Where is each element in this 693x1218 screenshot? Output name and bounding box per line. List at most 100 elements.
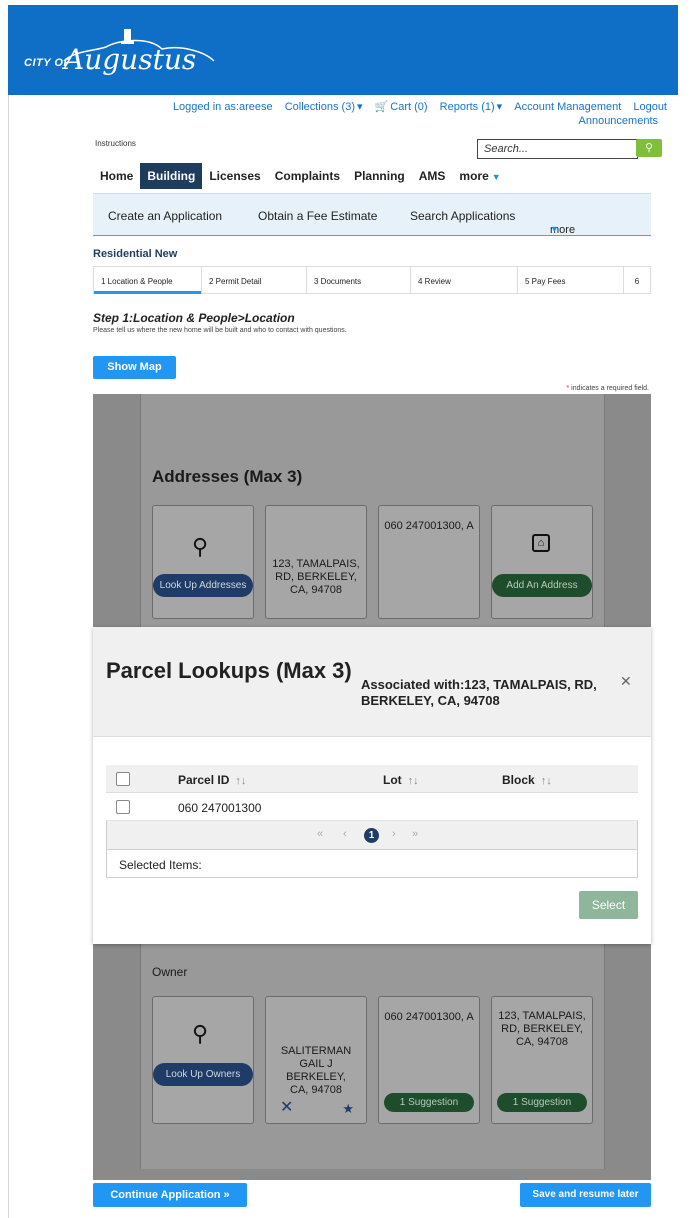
continue-application-button[interactable]: Continue Application »	[93, 1183, 247, 1207]
cart-icon: 🛒	[374, 101, 389, 113]
nav-building[interactable]: Building	[140, 163, 203, 189]
parcel-card-text: 060 247001300, A	[384, 520, 474, 532]
cart-label: Cart (0)	[390, 101, 428, 113]
parcel-lookup-modal: Parcel Lookups (Max 3) Associated with:1…	[93, 627, 651, 944]
col-parcel-id[interactable]: Parcel ID ↑↓	[178, 773, 246, 787]
account-management-link[interactable]: Account Management	[514, 101, 621, 113]
address-card[interactable]: 123, TAMALPAIS, RD, BERKELEY, CA, 94708	[265, 505, 367, 619]
nav-planning[interactable]: Planning	[347, 163, 412, 189]
step-tab-1[interactable]: 1 Location & People	[94, 267, 202, 294]
row-checkbox[interactable]	[116, 800, 130, 814]
save-resume-later-button[interactable]: Save and resume later	[520, 1183, 651, 1207]
nav-more[interactable]: more ▼	[452, 163, 507, 189]
step-title: Step 1:Location & People>Location	[93, 311, 295, 325]
col-parcel-id-label: Parcel ID	[178, 773, 230, 787]
prev-page-icon[interactable]: ‹	[343, 828, 347, 840]
record-type-title: Residential New	[93, 248, 178, 260]
nav-more-label: more	[459, 169, 489, 183]
col-lot-label: Lot	[383, 773, 402, 787]
subnav-fee-estimate[interactable]: Obtain a Fee Estimate	[258, 209, 377, 223]
owner-label: Owner	[152, 965, 188, 979]
caret-down-icon: ▼	[491, 172, 501, 182]
step-tab-6[interactable]: 6	[624, 267, 650, 293]
close-icon[interactable]: ✕	[620, 673, 632, 690]
collections-label: Collections (3)	[284, 101, 355, 113]
table-header: Parcel ID ↑↓ Lot ↑↓ Block ↑↓	[106, 765, 638, 793]
modal-associated-with: Associated with:123, TAMALPAIS, RD, BERK…	[361, 677, 597, 708]
caret-down-icon: ▾	[496, 101, 503, 113]
parcel-card[interactable]: 060 247001300, A	[378, 505, 480, 619]
star-icon[interactable]: ★	[342, 1101, 354, 1117]
step-tab-5[interactable]: 5 Pay Fees	[518, 267, 624, 293]
add-address-icon: ⌂	[532, 534, 550, 552]
search-icon: ⚲	[192, 534, 209, 559]
logged-in-link[interactable]: Logged in as:areese	[173, 101, 273, 113]
parcel-suggestion-button[interactable]: 1 Suggestion	[384, 1093, 474, 1112]
step-tab-2[interactable]: 2 Permit Detail	[202, 267, 307, 293]
search-icon: ⚲	[644, 142, 654, 154]
required-note: * indicates a required field.	[567, 385, 650, 392]
col-block-label: Block	[502, 773, 535, 787]
col-lot[interactable]: Lot ↑↓	[383, 773, 419, 787]
step-tab-3[interactable]: 3 Documents	[307, 267, 411, 293]
caret-down-icon: ▾	[357, 101, 363, 113]
owner-parcel-card-text: 060 247001300, A	[384, 1011, 474, 1023]
step-subtitle: Please tell us where the new home will b…	[93, 327, 347, 334]
lookup-addresses-card: ⚲ Look Up Addresses	[152, 505, 254, 619]
nav-licenses[interactable]: Licenses	[202, 163, 267, 189]
add-address-card: ⌂ Add An Address	[491, 505, 593, 619]
address-suggestion-button[interactable]: 1 Suggestion	[497, 1093, 587, 1112]
col-block[interactable]: Block ↑↓	[502, 773, 552, 787]
sort-icon: ↑↓	[407, 775, 419, 787]
current-page[interactable]: 1	[364, 828, 379, 843]
sub-nav: Create an Application Obtain a Fee Estim…	[93, 193, 651, 236]
top-links: Logged in as:areese Collections (3) ▾ 🛒 Ca…	[164, 100, 667, 113]
parcel-table: Parcel ID ↑↓ Lot ↑↓ Block ↑↓ 060 247001300 …	[106, 765, 638, 878]
first-page-icon[interactable]: «	[317, 828, 323, 840]
owner-address-card[interactable]: 123, TAMALPAIS, RD, BERKELEY, CA, 94708 …	[491, 996, 593, 1124]
selected-items-label: Selected Items:	[119, 858, 202, 872]
owner-address-card-text: 123, TAMALPAIS, RD, BERKELEY, CA, 94708	[498, 1010, 586, 1048]
nav-home[interactable]: Home	[93, 163, 140, 189]
caret-down-icon: ▼	[550, 224, 559, 234]
nav-ams[interactable]: AMS	[412, 163, 453, 189]
pagination: « ‹ 1 › »	[106, 821, 638, 850]
announcements-link[interactable]: Announcements	[579, 115, 659, 127]
search-button[interactable]: ⚲	[636, 139, 662, 157]
nav-complaints[interactable]: Complaints	[268, 163, 347, 189]
sort-icon: ↑↓	[235, 775, 247, 787]
subnav-create-application[interactable]: Create an Application	[108, 209, 222, 223]
address-card-text: 123, TAMALPAIS, RD, BERKELEY, CA, 94708	[272, 558, 360, 596]
step-tab-4[interactable]: 4 Review	[411, 267, 518, 293]
reports-link[interactable]: Reports (1) ▾	[440, 101, 503, 113]
header-banner: CITY OF Augustus	[8, 5, 678, 95]
show-map-button[interactable]: Show Map	[93, 356, 176, 379]
reports-label: Reports (1)	[439, 101, 495, 113]
lookup-addresses-button[interactable]: Look Up Addresses	[153, 574, 253, 597]
modal-title: Parcel Lookups (Max 3)	[106, 658, 352, 683]
cart-link[interactable]: 🛒 Cart (0)	[375, 101, 428, 113]
add-address-button[interactable]: Add An Address	[492, 574, 592, 597]
modal-header: Parcel Lookups (Max 3) Associated with:1…	[93, 627, 651, 737]
required-note-text: indicates a required field.	[571, 385, 649, 392]
owner-parcel-card[interactable]: 060 247001300, A 1 Suggestion	[378, 996, 480, 1124]
sort-icon: ↑↓	[540, 775, 552, 787]
lookup-owners-card: ⚲ Look Up Owners	[152, 996, 254, 1124]
owner-card-text: SALITERMAN GAIL J BERKELEY, CA, 94708	[280, 1045, 352, 1096]
step-tabs: 1 Location & People 2 Permit Detail 3 Do…	[93, 266, 651, 294]
last-page-icon[interactable]: »	[412, 828, 418, 840]
select-all-checkbox[interactable]	[116, 772, 130, 786]
search-icon: ⚲	[192, 1021, 209, 1046]
subnav-search-applications[interactable]: Search Applications	[410, 209, 515, 223]
main-nav: Home Building Licenses Complaints Planni…	[93, 163, 508, 189]
lookup-owners-button[interactable]: Look Up Owners	[153, 1063, 253, 1086]
logout-link[interactable]: Logout	[633, 101, 667, 113]
select-button[interactable]: Select	[579, 891, 638, 919]
instructions-link[interactable]: Instructions	[95, 139, 136, 148]
table-row[interactable]: 060 247001300	[106, 793, 638, 821]
close-icon[interactable]: ✕	[280, 1097, 293, 1117]
owner-card[interactable]: SALITERMAN GAIL J BERKELEY, CA, 94708 ✕ …	[265, 996, 367, 1124]
collections-link[interactable]: Collections (3) ▾	[285, 101, 363, 113]
next-page-icon[interactable]: ›	[392, 828, 396, 840]
search-input[interactable]: Search...	[477, 139, 638, 159]
